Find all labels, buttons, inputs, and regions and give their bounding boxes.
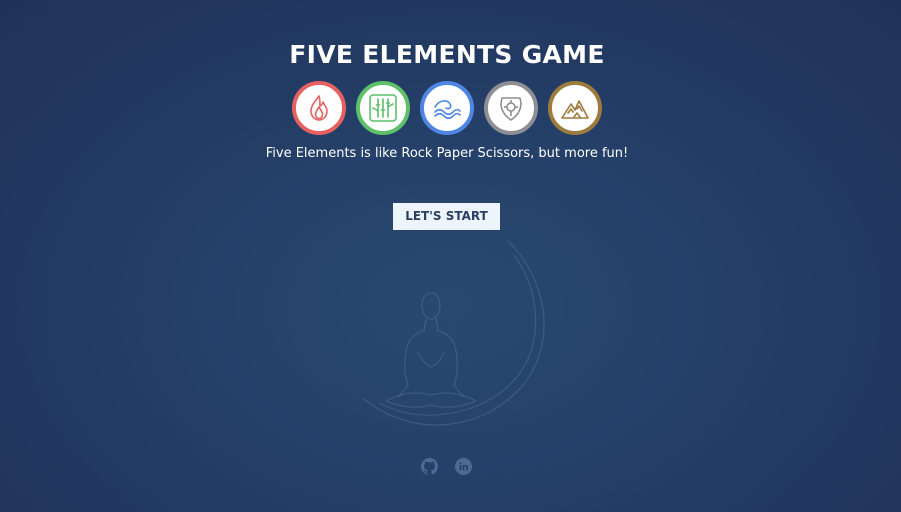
- fire-icon: [310, 95, 328, 121]
- elements-row: [292, 81, 602, 135]
- tagline: Five Elements is like Rock Paper Scissor…: [265, 146, 629, 161]
- lets-start-button[interactable]: LET'S START: [393, 203, 500, 230]
- linkedin-icon[interactable]: [455, 458, 472, 475]
- github-icon[interactable]: [421, 458, 438, 475]
- fire-element-button[interactable]: [292, 81, 346, 135]
- earth-element-button[interactable]: [548, 81, 602, 135]
- metal-element-button[interactable]: [484, 81, 538, 135]
- meditation-figure-icon: [363, 240, 545, 426]
- water-wave-icon: [434, 100, 461, 120]
- page-title: FIVE ELEMENTS GAME: [289, 40, 605, 69]
- wood-element-button[interactable]: [356, 81, 410, 135]
- earth-mountain-icon: [561, 100, 589, 119]
- water-element-button[interactable]: [420, 81, 474, 135]
- metal-shield-icon: [500, 97, 522, 121]
- footer-links: [421, 458, 472, 475]
- wood-bamboo-icon: [369, 94, 397, 122]
